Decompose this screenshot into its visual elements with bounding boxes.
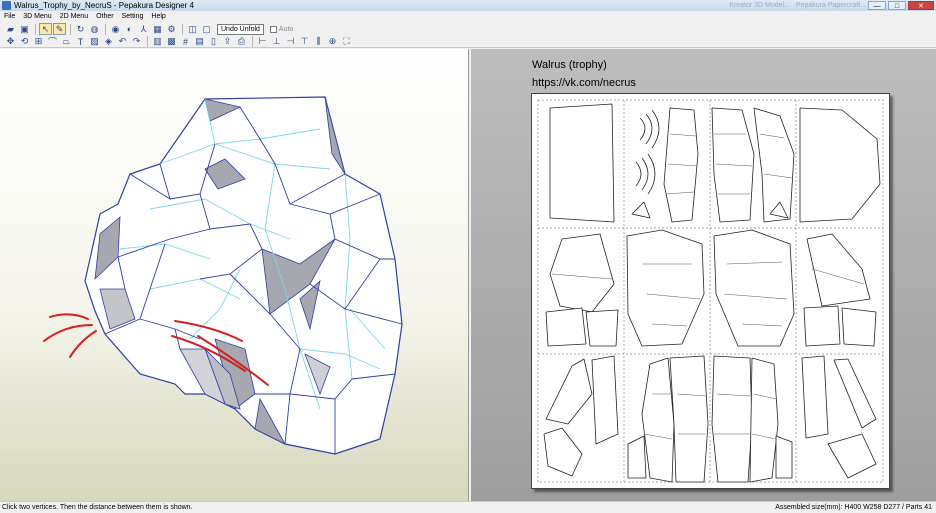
page-icon[interactable]: ▯ [207,36,220,48]
paper-sheet[interactable] [531,93,890,489]
part-block-c[interactable] [803,305,841,347]
arrange-icon[interactable]: ▤ [193,36,206,48]
part-tusk-right-a[interactable] [801,355,829,439]
3d-view-panel[interactable] [0,49,469,501]
part-block-a[interactable] [545,307,587,347]
image-icon[interactable]: ▨ [88,36,101,48]
zoom-icon[interactable]: ⊕ [326,36,339,48]
texture-icon[interactable]: ◐ [123,23,136,35]
move-icon[interactable]: ✥ [4,36,17,48]
edit-toolbar: ✥ ⟲ ⊞ ⌒ ⏢ T ▨ ◈ ↶ ↷ ▥ ▩ # ▤ ▯ ⇪ ⎙ ⊢ ⊥ ⊣ … [0,36,936,48]
distribute-icon[interactable]: ⫼ [312,36,325,48]
paint-icon[interactable]: ◍ [88,23,101,35]
rotate-view-icon[interactable]: ↻ [74,23,87,35]
menu-3d[interactable]: 3D Menu [19,13,55,20]
part-body-d[interactable] [749,357,779,483]
close-button[interactable]: ✕ [908,1,934,10]
part-tusk-right-c[interactable] [827,433,877,479]
fill-icon[interactable]: ◉ [109,23,122,35]
text-icon[interactable]: T [74,36,87,48]
maximize-button[interactable]: □ [888,1,906,10]
open-file-icon[interactable]: ▰ [4,23,17,35]
undo-unfold-button[interactable]: Undo Unfold [217,23,264,35]
walrus-3d-model[interactable] [0,49,469,501]
split-view-icon[interactable]: ◫ [186,23,199,35]
menu-file[interactable]: File [0,13,19,20]
unfolded-parts-layout[interactable] [532,94,889,488]
part-tooth-left[interactable] [631,201,651,219]
minimize-button[interactable]: — [868,1,886,10]
part-block-d[interactable] [841,307,877,347]
full-view-icon[interactable]: ▢ [200,23,213,35]
title-bar: Walrus_Trophy_by_NecruS - Pepakura Desig… [0,0,936,11]
part-cheek-right[interactable] [806,233,871,307]
menu-2d[interactable]: 2D Menu [56,13,92,20]
menu-help[interactable]: Help [147,13,169,20]
fit-icon[interactable]: ⛶ [340,36,353,48]
part-body-c[interactable] [711,355,753,483]
status-hint: Click two vertices. Then the distance be… [2,504,193,511]
cube-icon[interactable]: ◈ [102,36,115,48]
background-window-tab: Kreator 3D Model... [729,2,790,9]
grid-icon[interactable]: ▦ [151,23,164,35]
2d-view-panel[interactable]: Walrus (trophy) https://vk.com/necrus [471,49,936,501]
part-teeth-left[interactable] [627,435,647,479]
part-cheek-left[interactable] [549,233,615,313]
align-left-icon[interactable]: ⊢ [256,36,269,48]
part-face-cluster-right[interactable] [713,229,795,347]
export-icon[interactable]: ⇪ [221,36,234,48]
part-teeth-right[interactable] [775,435,793,479]
align-right-icon[interactable]: ⊣ [284,36,297,48]
main-toolbar: ▰ ▣ ↖ ✎ ↻ ◍ ◉ ◐ ⅄ ▦ ⚙ ◫ ▢ Undo Unfold Au… [0,22,936,36]
auto-checkbox[interactable] [269,25,277,33]
print-icon[interactable]: ⎙ [235,36,248,48]
part-body-a[interactable] [641,357,675,483]
assembled-size-info: Assembled size(mm): H400 W258 D277 / Par… [775,504,932,511]
measure-tool-icon[interactable]: ✎ [53,23,66,35]
align-center-icon[interactable]: ⊥ [270,36,283,48]
redo-icon[interactable]: ↷ [130,36,143,48]
edge-icon[interactable]: ⌒ [46,36,59,48]
part-panel-right[interactable] [799,107,881,223]
settings-icon[interactable]: ⚙ [165,23,178,35]
part-tusk-right-b[interactable] [833,358,877,429]
model-title: Walrus (trophy) [532,59,607,71]
pattern-icon[interactable]: ▩ [165,36,178,48]
menu-other[interactable]: Other [92,13,118,20]
part-block-b[interactable] [585,309,619,347]
part-strip-right[interactable] [753,107,795,223]
select-tool-icon[interactable]: ↖ [39,23,52,35]
flap-icon[interactable]: ⏢ [60,36,73,48]
background-window-tab: Pepakura Papercraft... [795,2,866,9]
part-body-b[interactable] [669,355,709,483]
menu-bar: File 3D Menu 2D Menu Other Setting Help [0,11,936,21]
pepakura-app-icon [2,1,11,10]
menu-setting[interactable]: Setting [118,13,148,20]
rotate-part-icon[interactable]: ⟲ [18,36,31,48]
status-bar: Click two vertices. Then the distance be… [0,501,936,513]
save-icon[interactable]: ▣ [18,23,31,35]
numbering-icon[interactable]: # [179,36,192,48]
author-url: https://vk.com/necrus [532,77,636,89]
part-tusk-left-b[interactable] [591,355,619,445]
axis-icon[interactable]: ⅄ [137,23,150,35]
part-tusk-left-c[interactable] [543,427,583,477]
undo-icon[interactable]: ↶ [116,36,129,48]
auto-checkbox-label: Auto [278,25,294,33]
part-panel-left[interactable] [549,103,615,223]
align-top-icon[interactable]: ⊤ [298,36,311,48]
part-face-cluster-left[interactable] [626,229,705,347]
window-title: Walrus_Trophy_by_NecruS - Pepakura Desig… [14,1,194,10]
layout-icon[interactable]: ▥ [151,36,164,48]
part-tusk-left-a[interactable] [545,358,593,425]
join-icon[interactable]: ⊞ [32,36,45,48]
